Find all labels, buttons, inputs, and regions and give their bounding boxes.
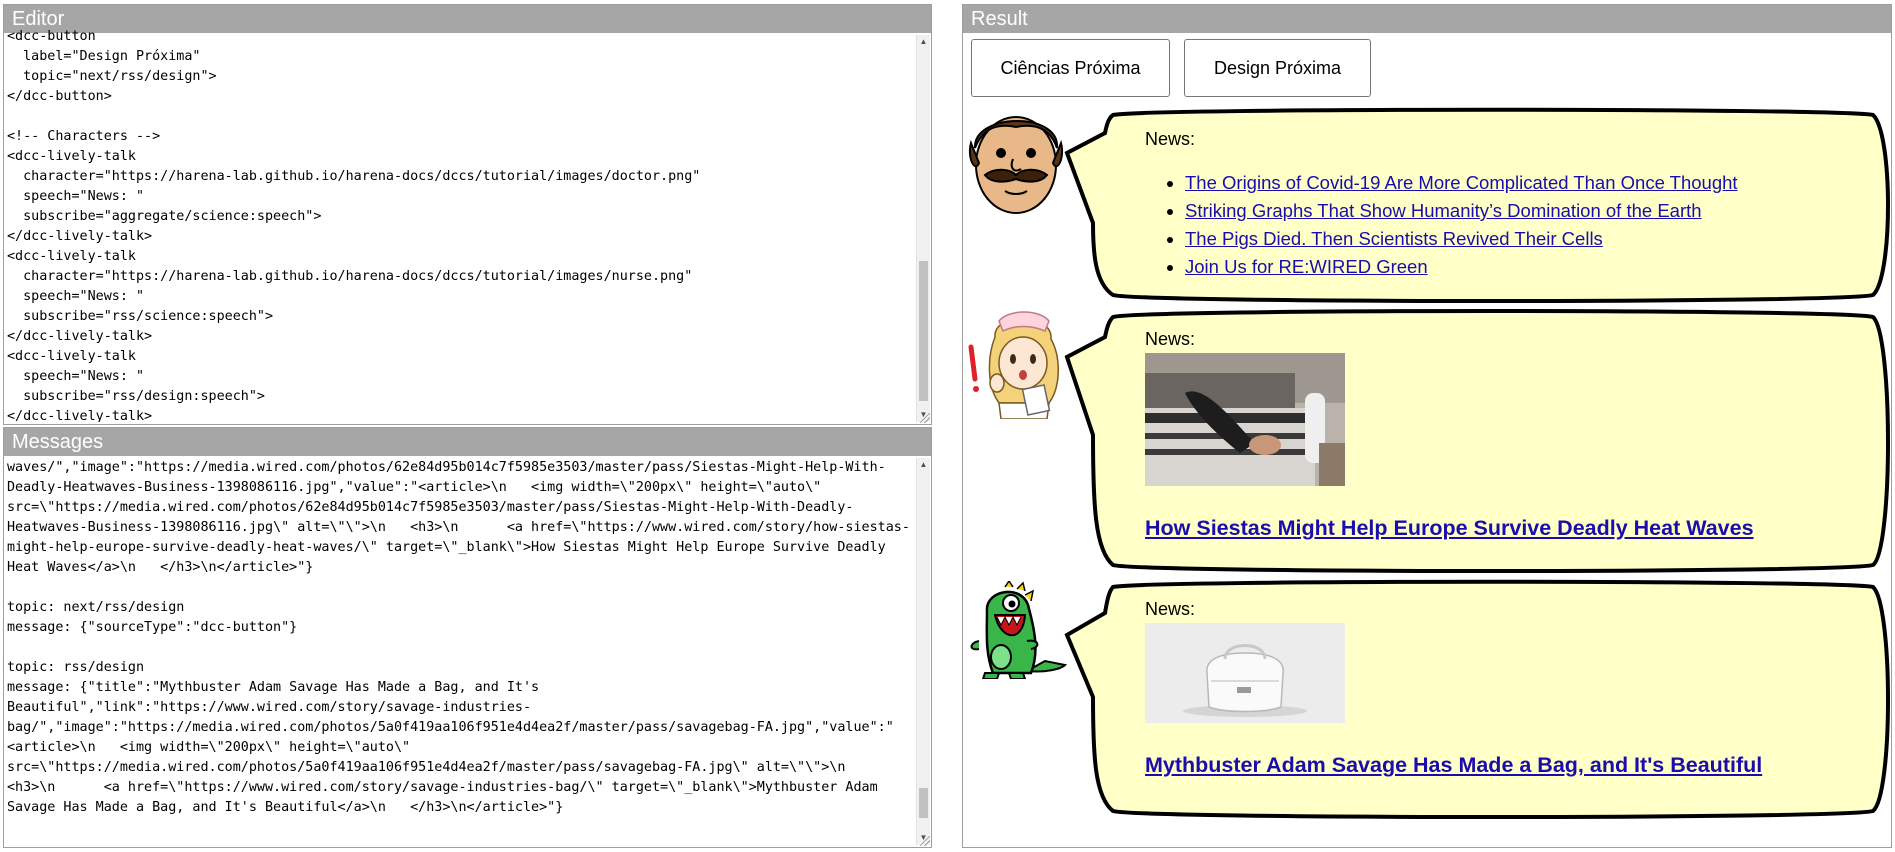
editor-code-line: </dcc-button> bbox=[7, 89, 112, 104]
editor-scrollbar[interactable]: ▲ ▼ bbox=[916, 35, 930, 422]
message-log-line: src=\"https://media.wired.com/photos/5a0… bbox=[7, 760, 846, 775]
message-log-line: Heat Waves</a>\n </h3>\n</article>"} bbox=[7, 560, 314, 575]
message-log-line: might-help-europe-survive-deadly-heat-wa… bbox=[7, 540, 886, 555]
news-link-savage-bag[interactable]: Mythbuster Adam Savage Has Made a Bag, a… bbox=[1145, 753, 1762, 777]
message-log-line: message: {"title":"Mythbuster Adam Savag… bbox=[7, 680, 540, 695]
news-photo-siestas bbox=[1145, 353, 1345, 486]
message-log-line: topic: rss/design bbox=[7, 660, 145, 675]
editor-code-line: topic="next/rss/design"> bbox=[7, 69, 217, 84]
message-log-line: <h3>\n <a href=\"https://www.wired.com/s… bbox=[7, 780, 878, 795]
editor-code-line: character="https://harena-lab.github.io/… bbox=[7, 269, 693, 284]
doctor-lively-talk: News: The Origins of Covid-19 Are More C… bbox=[963, 103, 1891, 309]
editor-code-line: label="Design Próxima" bbox=[7, 49, 201, 64]
editor-code-line: </dcc-lively-talk> bbox=[7, 329, 153, 344]
editor-code-line: <dcc-lively-talk bbox=[7, 349, 136, 364]
editor-code-line: speech="News: " bbox=[7, 289, 145, 304]
editor-code-line: </dcc-lively-talk> bbox=[7, 229, 153, 244]
nurse-lively-talk: News: How Siestas Might Help Europe Surv… bbox=[963, 305, 1891, 577]
editor-code-line: subscribe="aggregate/science:speech"> bbox=[7, 209, 322, 224]
nurse-headline: How Siestas Might Help Europe Survive De… bbox=[1145, 516, 1754, 541]
scroll-up-arrow-icon[interactable]: ▲ bbox=[917, 458, 930, 472]
result-title: Result bbox=[963, 5, 1891, 33]
nurse-character-icon bbox=[968, 311, 1059, 419]
messages-scroll-thumb[interactable] bbox=[919, 788, 928, 818]
monster-character-icon bbox=[970, 581, 1068, 679]
message-log-line: Heatwaves-Business-1398086116.jpg\" alt=… bbox=[7, 520, 910, 535]
list-item: Join Us for RE:WIRED Green bbox=[1185, 253, 1738, 281]
ciencias-proxima-button[interactable]: Ciências Próxima bbox=[971, 39, 1170, 97]
editor-code-line: <dcc-lively-talk bbox=[7, 149, 136, 164]
editor-code-line: <dcc-button bbox=[7, 29, 96, 44]
message-log-line: Savage Has Made a Bag, and It's Beautifu… bbox=[7, 800, 564, 815]
message-log-line: topic: next/rss/design bbox=[7, 600, 185, 615]
editor-code-line: speech="News: " bbox=[7, 369, 145, 384]
message-log-line: waves/","image":"https://media.wired.com… bbox=[7, 460, 886, 475]
editor-code-line: character="https://harena-lab.github.io/… bbox=[7, 169, 701, 184]
design-proxima-button[interactable]: Design Próxima bbox=[1184, 39, 1371, 97]
message-log-line bbox=[7, 578, 917, 598]
editor-code-line: <dcc-lively-talk bbox=[7, 249, 136, 264]
editor-code-line: subscribe="rss/science:speech"> bbox=[7, 309, 274, 324]
nurse-speech-label: News: bbox=[1145, 329, 1196, 349]
message-log-line bbox=[7, 638, 917, 658]
monster-speech-content: News: Mythbuster Adam Savage Has Made a … bbox=[1145, 597, 1762, 778]
messages-panel: Messages waves/","image":"https://media.… bbox=[3, 427, 932, 848]
message-log-line: <article>\n <img width=\"200px\" height=… bbox=[7, 740, 411, 755]
result-panel: Result Ciências Próxima Design Próxima N… bbox=[962, 4, 1892, 848]
editor-resize-grip-icon[interactable] bbox=[920, 413, 930, 423]
editor-code-line: </dcc-lively-talk> bbox=[7, 409, 153, 422]
monster-headline: Mythbuster Adam Savage Has Made a Bag, a… bbox=[1145, 753, 1762, 778]
editor-scroll-thumb[interactable] bbox=[919, 261, 928, 401]
news-photo-savage-bag bbox=[1145, 623, 1345, 723]
editor-code-area[interactable]: <dcc-button label="Design Próxima" topic… bbox=[4, 27, 917, 422]
doctor-news-list: The Origins of Covid-19 Are More Complic… bbox=[1145, 169, 1738, 281]
message-log-line: Deadly-Heatwaves-Business-1398086116.jpg… bbox=[7, 480, 822, 495]
news-link-siestas[interactable]: How Siestas Might Help Europe Survive De… bbox=[1145, 516, 1754, 540]
editor-panel: Editor <dcc-button label="Design Próxima… bbox=[3, 4, 932, 425]
message-log-line: Beautiful","link":"https://www.wired.com… bbox=[7, 700, 532, 715]
message-log-line: src=\"https://media.wired.com/photos/62e… bbox=[7, 500, 854, 515]
news-link-pigs-died[interactable]: The Pigs Died. Then Scientists Revived T… bbox=[1185, 228, 1603, 249]
list-item: Striking Graphs That Show Humanity’s Dom… bbox=[1185, 197, 1738, 225]
doctor-speech-label: News: bbox=[1145, 129, 1196, 149]
scroll-up-arrow-icon[interactable]: ▲ bbox=[917, 35, 930, 49]
message-log-line: message: {"sourceType":"dcc-button"} bbox=[7, 620, 298, 635]
news-link-covid-origins[interactable]: The Origins of Covid-19 Are More Complic… bbox=[1185, 172, 1738, 193]
messages-log-area[interactable]: waves/","image":"https://media.wired.com… bbox=[4, 458, 917, 845]
monster-speech-label: News: bbox=[1145, 599, 1196, 619]
monster-lively-talk: News: Mythbuster Adam Savage Has Made a … bbox=[963, 577, 1891, 823]
messages-resize-grip-icon[interactable] bbox=[920, 836, 930, 846]
editor-code-line bbox=[7, 107, 917, 127]
editor-code-line: <!-- Characters --> bbox=[7, 129, 161, 144]
doctor-speech-content: News: The Origins of Covid-19 Are More C… bbox=[1145, 127, 1738, 281]
messages-scrollbar[interactable]: ▲ ▼ bbox=[916, 458, 930, 845]
editor-code-line: subscribe="rss/design:speech"> bbox=[7, 389, 265, 404]
message-log-line: bag/","image":"https://media.wired.com/p… bbox=[7, 720, 894, 735]
editor-code-line: speech="News: " bbox=[7, 189, 145, 204]
doctor-character-icon bbox=[969, 116, 1063, 214]
list-item: The Pigs Died. Then Scientists Revived T… bbox=[1185, 225, 1738, 253]
messages-title: Messages bbox=[4, 428, 931, 456]
list-item: The Origins of Covid-19 Are More Complic… bbox=[1185, 169, 1738, 197]
news-link-striking-graphs[interactable]: Striking Graphs That Show Humanity’s Dom… bbox=[1185, 200, 1702, 221]
news-link-rewired-green[interactable]: Join Us for RE:WIRED Green bbox=[1185, 256, 1428, 277]
nurse-speech-content: News: How Siestas Might Help Europe Surv… bbox=[1145, 327, 1754, 541]
